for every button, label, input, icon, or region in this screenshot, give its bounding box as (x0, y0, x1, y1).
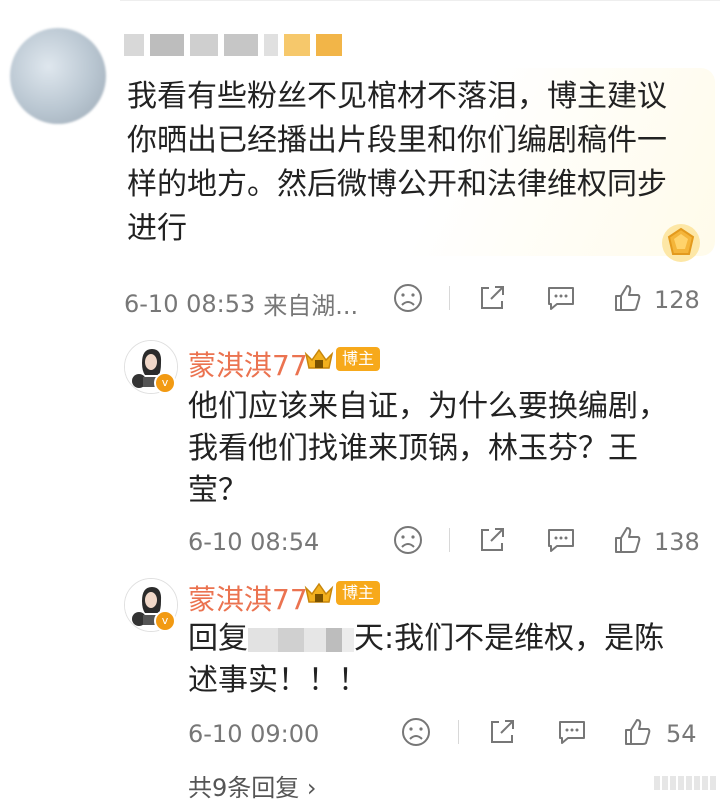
commenter-name-pixelated[interactable] (124, 34, 342, 56)
crown-icon (304, 346, 334, 372)
view-more-replies-link[interactable]: 共9条回复 › (188, 768, 317, 803)
share-icon[interactable] (486, 716, 518, 748)
blurred-username (304, 627, 326, 652)
vip-gem-icon (660, 222, 702, 264)
watermark (654, 776, 716, 790)
share-icon[interactable] (476, 524, 508, 556)
action-divider (458, 720, 459, 744)
reply-text-line2: 述事实！！！ (188, 663, 368, 698)
action-divider (449, 286, 450, 310)
comment-icon[interactable] (545, 524, 577, 556)
reply-suffix: 天:我们不是维权，是陈 (354, 621, 665, 656)
commenter-avatar[interactable] (10, 28, 106, 124)
blurred-username (326, 627, 342, 652)
thumbs-up-icon[interactable] (622, 716, 654, 748)
share-icon[interactable] (476, 282, 508, 314)
reply-prefix: 回复 (188, 621, 248, 656)
comment-icon[interactable] (556, 716, 588, 748)
action-divider (449, 528, 450, 552)
blurred-username (278, 627, 304, 652)
reply-time: 6-10 08:54 (188, 528, 320, 556)
comment-icon[interactable] (545, 282, 577, 314)
verified-badge: v (154, 610, 176, 632)
reply-author-name[interactable]: 蒙淇淇77 (188, 578, 308, 618)
thumbs-up-icon[interactable] (612, 282, 644, 314)
comment-source: 来自湖... (263, 292, 359, 320)
sad-face-icon[interactable] (392, 282, 424, 314)
reply-author-name[interactable]: 蒙淇淇77 (188, 344, 308, 384)
comment-time: 6-10 08:53 (124, 289, 256, 318)
like-count: 54 (666, 720, 697, 748)
blurred-username (248, 627, 278, 652)
thumbs-up-icon[interactable] (612, 524, 644, 556)
reply-text: 他们应该来自证，为什么要换编剧， 我看他们找谁来顶锅，林玉芬？王 莹？ (188, 389, 668, 508)
author-tag: 博主 (336, 581, 381, 605)
sad-face-icon[interactable] (400, 716, 432, 748)
blurred-username (342, 627, 354, 652)
crown-icon (304, 580, 334, 606)
author-tag: 博主 (336, 347, 381, 371)
top-divider (120, 0, 720, 7)
like-count: 138 (654, 528, 700, 556)
comment-text: 我看有些粉丝不见棺材不落泪，博主建议 你晒出已经播出片段里和你们编剧稿件一 样的… (127, 79, 667, 246)
sad-face-icon[interactable] (392, 524, 424, 556)
reply-text-line1: 回复 天:我们不是维权，是陈 (188, 618, 708, 660)
reply-time: 6-10 09:00 (188, 720, 320, 748)
verified-badge: v (154, 372, 176, 394)
like-count: 128 (654, 286, 700, 314)
